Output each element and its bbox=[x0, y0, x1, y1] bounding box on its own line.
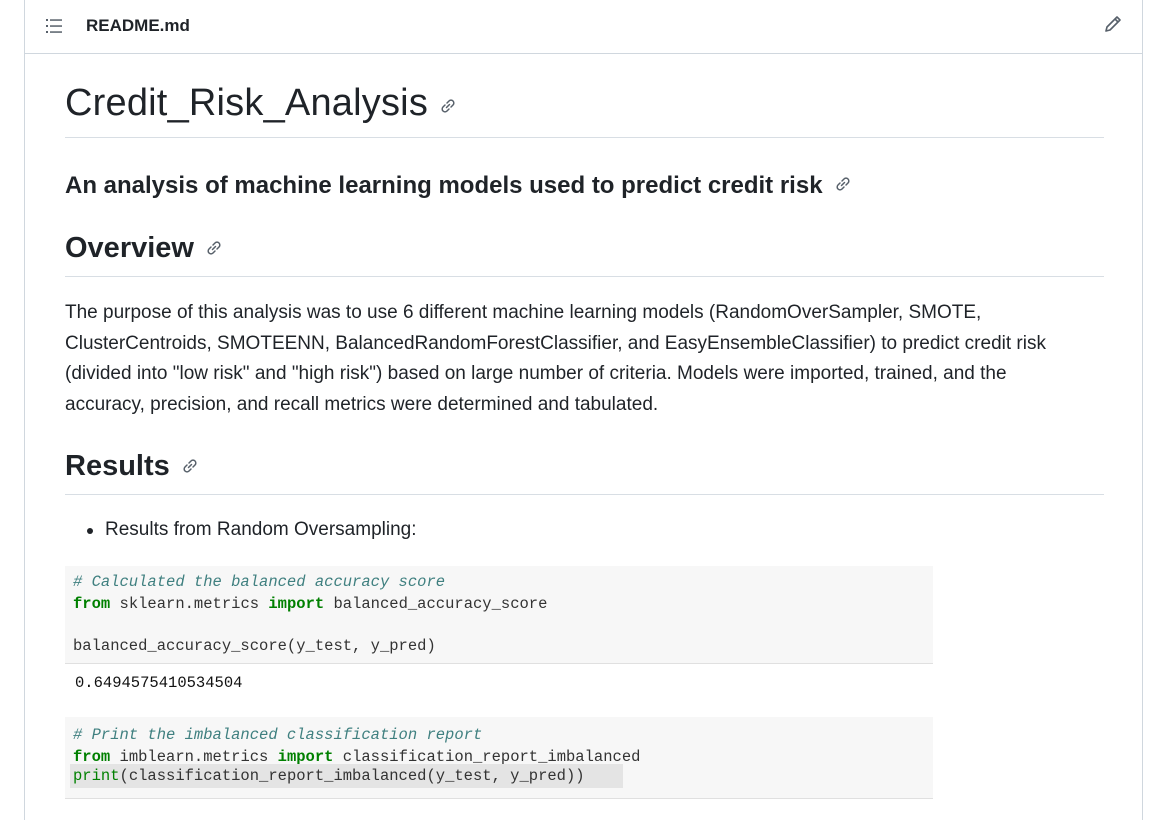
list-item: Results from Random Oversampling: bbox=[87, 519, 417, 541]
code-keyword: import bbox=[268, 595, 325, 613]
link-icon[interactable] bbox=[438, 83, 458, 126]
list-item-text: Results from Random Oversampling: bbox=[105, 519, 417, 540]
code-cell: # Calculated the balanced accuracy score… bbox=[65, 566, 933, 663]
cell-output: 0.6494575410534504 bbox=[75, 674, 243, 692]
link-icon[interactable] bbox=[833, 173, 853, 201]
cell-border bbox=[65, 663, 933, 664]
readme-panel: README.md Credit_Risk_Analysis An analys… bbox=[24, 0, 1143, 820]
overview-paragraph: The purpose of this analysis was to use … bbox=[65, 302, 1046, 415]
subtitle-text: An analysis of machine learning models u… bbox=[65, 172, 823, 199]
code-line: balanced_accuracy_score(y_test, y_pred) bbox=[73, 637, 436, 655]
code-line: # Print the imbalanced classification re… bbox=[73, 726, 482, 744]
divider bbox=[65, 276, 1104, 277]
divider bbox=[65, 494, 1104, 495]
link-icon[interactable] bbox=[204, 233, 224, 266]
code-line: print(classification_report_imbalanced(y… bbox=[73, 767, 585, 785]
code-line: from sklearn.metrics import balanced_acc… bbox=[73, 595, 547, 613]
code-builtin: print bbox=[73, 767, 120, 785]
code-name: balanced_accuracy_score bbox=[324, 595, 548, 613]
cell-border bbox=[65, 798, 933, 799]
overview-heading-text: Overview bbox=[65, 232, 194, 264]
subtitle: An analysis of machine learning models u… bbox=[65, 172, 853, 201]
code-line: # Calculated the balanced accuracy score bbox=[73, 573, 445, 591]
code-keyword: from bbox=[73, 595, 111, 613]
code-call: balanced_accuracy_score(y_test, y_pred) bbox=[73, 637, 436, 655]
file-name[interactable]: README.md bbox=[86, 16, 190, 36]
overview-heading: Overview bbox=[65, 232, 224, 266]
code-call: (classification_report_imbalanced(y_test… bbox=[119, 767, 585, 785]
bullet-dot bbox=[87, 528, 93, 534]
link-icon[interactable] bbox=[180, 451, 200, 484]
code-module: sklearn.metrics bbox=[110, 595, 269, 613]
divider bbox=[65, 137, 1104, 138]
results-heading: Results bbox=[65, 450, 200, 484]
readme-header: README.md bbox=[25, 0, 1142, 54]
page-title-text: Credit_Risk_Analysis bbox=[65, 82, 429, 124]
code-comment: # Calculated the balanced accuracy score bbox=[73, 573, 446, 591]
results-heading-text: Results bbox=[65, 450, 170, 482]
page-title: Credit_Risk_Analysis bbox=[65, 82, 458, 126]
pencil-icon[interactable] bbox=[1102, 13, 1124, 35]
code-line-wrapper: print(classification_report_imbalanced(y… bbox=[65, 764, 933, 788]
list-icon[interactable] bbox=[43, 14, 67, 38]
code-comment: # Print the imbalanced classification re… bbox=[73, 726, 483, 744]
